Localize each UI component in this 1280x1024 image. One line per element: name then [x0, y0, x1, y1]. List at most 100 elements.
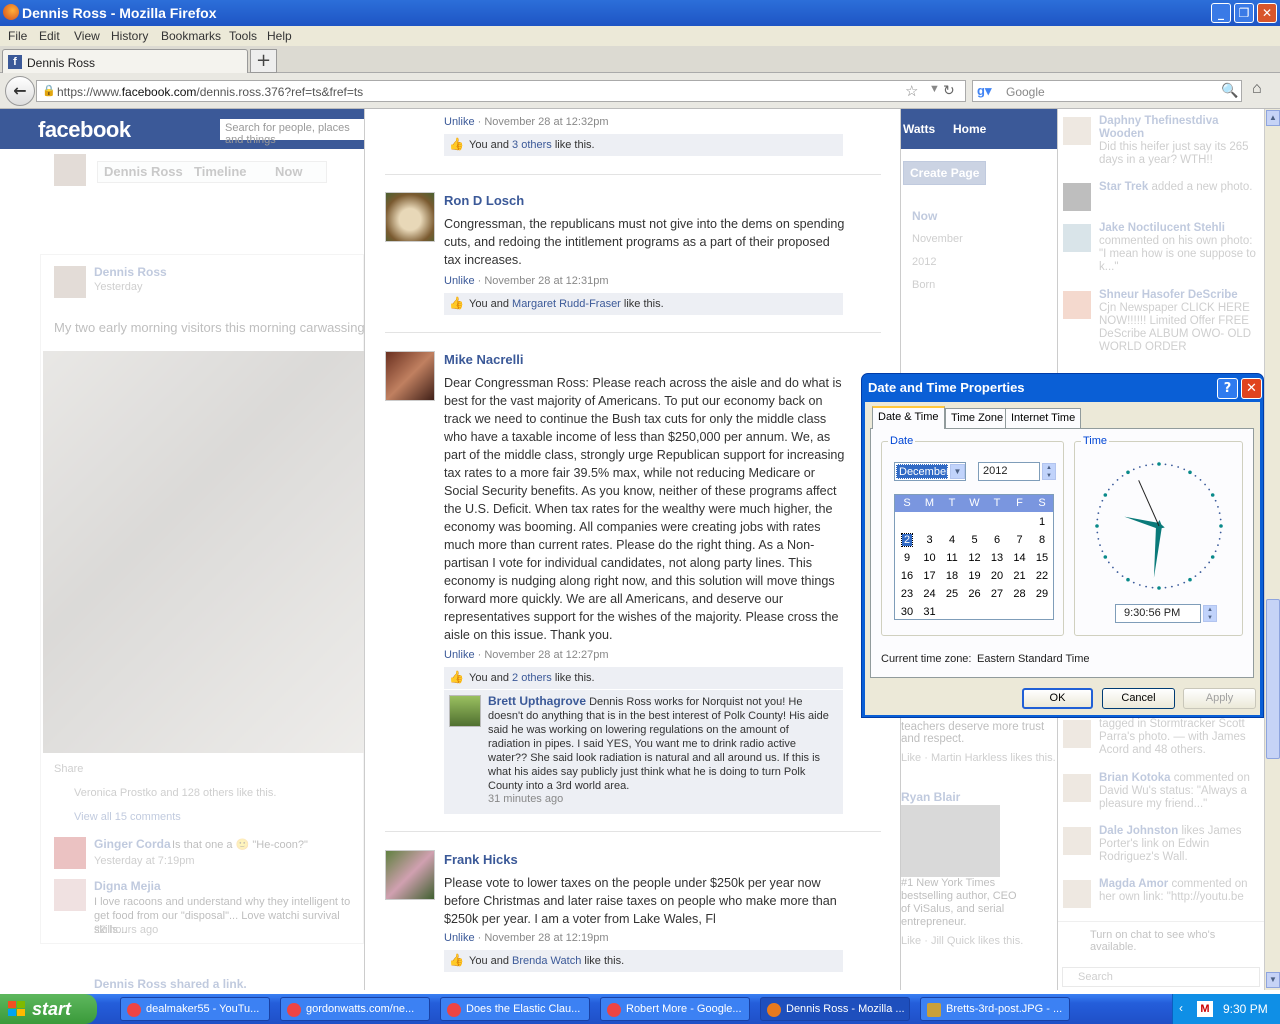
taskbar-item[interactable]: dealmaker55 - YouTu... — [120, 997, 270, 1021]
close-window-button[interactable]: ✕ — [1257, 3, 1277, 23]
scroll-up-icon[interactable]: ▲ — [1266, 110, 1280, 126]
new-tab-button[interactable]: + — [250, 49, 277, 73]
spin-down-icon[interactable]: ▼ — [1043, 472, 1055, 480]
calendar-day[interactable]: 24 — [919, 586, 941, 603]
calendar-day[interactable]: 15 — [1031, 550, 1053, 567]
start-button[interactable]: start — [0, 994, 97, 1024]
calendar-day[interactable]: 11 — [941, 550, 963, 567]
view-all-comments[interactable]: View all 15 comments — [74, 811, 181, 823]
calendar-day[interactable]: 14 — [1009, 550, 1031, 567]
calendar-day[interactable]: 4 — [941, 532, 963, 549]
page-scrollbar[interactable]: ▲ ▼ — [1264, 109, 1280, 990]
calendar-day[interactable]: 8 — [1031, 532, 1053, 549]
now-link[interactable]: Now — [275, 164, 302, 179]
chevron-down-icon[interactable]: ▼ — [950, 464, 965, 479]
menu-help[interactable]: Help — [267, 29, 292, 43]
tab-internet-time[interactable]: Internet Time — [1005, 408, 1082, 428]
commenter-avatar[interactable] — [385, 192, 435, 242]
back-button[interactable]: ← — [5, 76, 35, 106]
topbar-user-name[interactable]: Watts — [903, 122, 935, 136]
dialog-close-button[interactable]: ✕ — [1241, 378, 1262, 399]
calendar-day[interactable]: 22 — [1031, 568, 1053, 585]
create-page-button[interactable]: Create Page — [903, 161, 987, 185]
likers-link[interactable]: Margaret Rudd-Fraser — [512, 298, 621, 310]
unlike-link[interactable]: Unlike — [444, 649, 475, 661]
post-author[interactable]: Dennis Ross — [94, 265, 167, 279]
commenter-name[interactable]: Frank Hicks — [444, 852, 518, 867]
calendar-day-selected[interactable]: 2 — [896, 532, 918, 549]
menu-view[interactable]: View — [74, 29, 100, 43]
calendar-day[interactable]: 6 — [986, 532, 1008, 549]
year-spinner[interactable]: 2012 — [978, 462, 1040, 481]
scroll-thumb[interactable] — [1266, 599, 1280, 759]
menu-history[interactable]: History — [111, 29, 148, 43]
minimize-button[interactable]: _ — [1211, 3, 1231, 23]
facebook-logo[interactable]: facebook — [38, 117, 131, 143]
profile-name[interactable]: Dennis Ross — [104, 164, 183, 179]
taskbar-item[interactable]: gordonwatts.com/ne... — [280, 997, 430, 1021]
unlike-link[interactable]: Unlike — [444, 116, 475, 128]
calendar-day[interactable]: 16 — [896, 568, 918, 585]
menu-bookmarks[interactable]: Bookmarks — [161, 29, 221, 43]
year-born[interactable]: Born — [912, 279, 935, 291]
c1-name[interactable]: Ginger Corda — [94, 837, 171, 851]
reply-avatar[interactable] — [449, 695, 481, 727]
taskbar-item[interactable]: Robert More - Google... — [600, 997, 750, 1021]
likers-link[interactable]: 2 others — [512, 672, 552, 684]
scroll-down-icon[interactable]: ▼ — [1266, 972, 1280, 988]
calendar-day[interactable]: 12 — [964, 550, 986, 567]
tab-dennis-ross[interactable]: f Dennis Ross — [2, 49, 248, 73]
maximize-button[interactable]: ❐ — [1234, 3, 1254, 23]
year-now[interactable]: Now — [912, 209, 937, 223]
taskbar-item[interactable]: Does the Elastic Clau... — [440, 997, 590, 1021]
calendar-day[interactable]: 17 — [919, 568, 941, 585]
year-spin-buttons[interactable]: ▲ ▼ — [1042, 463, 1056, 480]
time-spinner[interactable]: 9:30:56 PM — [1115, 604, 1201, 623]
calendar-day[interactable]: 1 — [1031, 514, 1053, 531]
timeline-link[interactable]: Timeline — [194, 164, 247, 179]
calendar-day[interactable]: 13 — [986, 550, 1008, 567]
raccoon-photo[interactable] — [43, 351, 364, 753]
taskbar-item-active[interactable]: Dennis Ross - Mozilla ... — [760, 997, 910, 1021]
ryan-name[interactable]: Ryan Blair — [901, 790, 960, 804]
calendar-day[interactable]: 20 — [986, 568, 1008, 585]
url-dropdown-icon[interactable]: ▼ — [929, 83, 940, 95]
calendar-day[interactable]: 10 — [919, 550, 941, 567]
home-icon[interactable]: ⌂ — [1252, 80, 1262, 98]
spin-down-icon[interactable]: ▼ — [1204, 614, 1216, 622]
menu-edit[interactable]: Edit — [39, 29, 60, 43]
tray-expand-icon[interactable]: ‹ — [1179, 1001, 1183, 1015]
calendar-day[interactable]: 28 — [1009, 586, 1031, 603]
month-select[interactable]: December ▼ — [894, 462, 966, 481]
c2-name[interactable]: Digna Mejia — [94, 879, 161, 893]
facebook-search-input[interactable]: Search for people, places and things — [220, 119, 370, 146]
search-icon[interactable]: 🔍 — [1221, 82, 1238, 99]
calendar-grid[interactable]: SMTWTFS 1 2 3 4 5 6 7 8 9 10 11 12 13 14 15 16 17 18 19 20 2… — [894, 494, 1054, 620]
year-november[interactable]: November — [912, 233, 963, 245]
spin-up-icon[interactable]: ▲ — [1204, 606, 1216, 614]
calendar-day[interactable]: 7 — [1009, 532, 1031, 549]
help-button[interactable]: ? — [1217, 378, 1238, 399]
menu-file[interactable]: File — [8, 29, 27, 43]
unlike-link[interactable]: Unlike — [444, 932, 475, 944]
apply-button[interactable]: Apply — [1183, 688, 1256, 709]
chat-notice[interactable]: Turn on chat to see who's available. — [1090, 929, 1255, 953]
commenter-name[interactable]: Mike Nacrelli — [444, 352, 524, 367]
likers-link[interactable]: Brenda Watch — [512, 955, 581, 967]
calendar-day[interactable]: 29 — [1031, 586, 1053, 603]
commenter-avatar[interactable] — [385, 850, 435, 900]
calendar-day[interactable]: 21 — [1009, 568, 1031, 585]
calendar-day[interactable]: 31 — [919, 604, 941, 621]
unlike-link[interactable]: Unlike — [444, 275, 475, 287]
likers-link[interactable]: 3 others — [512, 139, 552, 151]
reload-icon[interactable]: ↻ — [943, 82, 955, 99]
commenter-name[interactable]: Ron D Losch — [444, 193, 524, 208]
time-spin-buttons[interactable]: ▲ ▼ — [1203, 605, 1217, 622]
menu-tools[interactable]: Tools — [229, 29, 257, 43]
commenter-avatar[interactable] — [385, 351, 435, 401]
bookmark-star-icon[interactable]: ☆ — [905, 82, 918, 100]
tab-time-zone[interactable]: Time Zone — [945, 408, 1010, 428]
calendar-day[interactable]: 25 — [941, 586, 963, 603]
year-2012[interactable]: 2012 — [912, 256, 936, 268]
calendar-day[interactable]: 27 — [986, 586, 1008, 603]
